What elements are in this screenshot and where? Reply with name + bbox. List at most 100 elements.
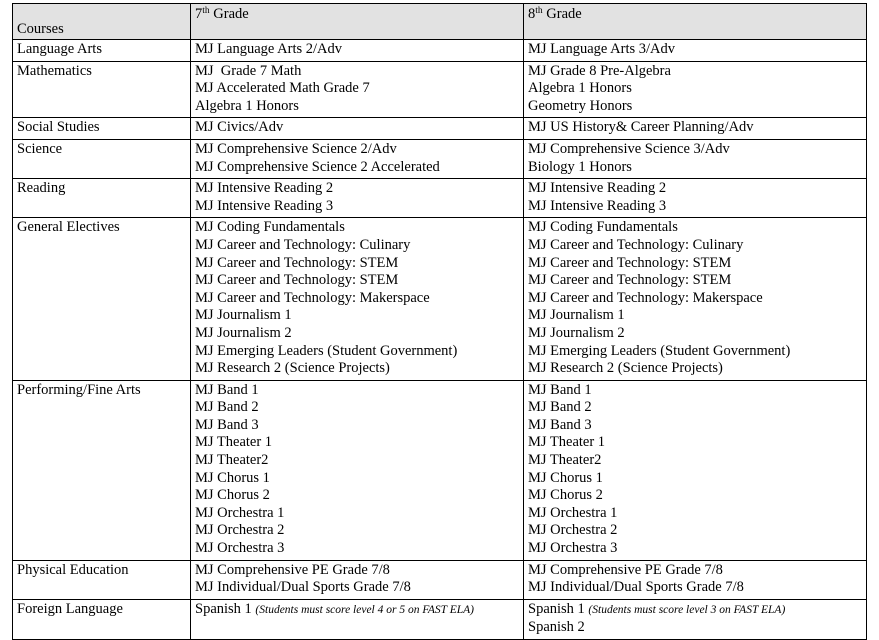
course-line: MJ Comprehensive PE Grade 7/8 — [528, 562, 866, 580]
course-table-container: Courses 7th Grade 8th Grade Language Art… — [0, 0, 879, 640]
course-line: MJ Grade 7 Math — [195, 63, 523, 81]
subject-label: Science — [17, 140, 63, 157]
course-name: MJ Orchestra 2 — [195, 522, 285, 539]
grade8-courses-cell: Spanish 1 (Students must score level 3 o… — [523, 598, 867, 640]
course-line: MJ Comprehensive Science 2/Adv — [195, 141, 523, 159]
grade7-courses-cell: MJ Band 1 MJ Band 2 MJ Band 3 MJ Theater 1M… — [190, 379, 524, 561]
course-name: Algebra 1 Honors — [528, 80, 632, 97]
course-name: MJ Journalism 1 — [195, 307, 292, 324]
course-line: MJ Comprehensive Science 3/Adv — [528, 141, 866, 159]
course-line: Geometry Honors — [528, 98, 866, 116]
course-name: MJ Theater 1 — [528, 434, 606, 451]
course-name: MJ Band 1 — [195, 381, 259, 398]
course-line: MJ Civics/Adv — [195, 119, 523, 137]
table-row: General Electives MJ Coding Fundamentals M… — [12, 217, 867, 381]
course-line: MJ Chorus 2 — [195, 487, 523, 505]
course-offerings-table: Courses 7th Grade 8th Grade Language Art… — [12, 3, 867, 640]
course-name: MJ US History& Career Planning/Adv — [528, 119, 754, 136]
course-name: MJ Career and Technology: STEM — [195, 272, 399, 289]
header-label-grade8: 8th Grade — [528, 6, 582, 23]
course-name: Spanish 1 — [528, 600, 589, 617]
course-name: MJ Coding Fundamentals — [528, 219, 678, 236]
course-line: MJ Career and Technology: STEM — [195, 272, 523, 290]
subject-label: Foreign Language — [17, 600, 123, 617]
course-name: MJ Emerging Leaders (Student Government) — [528, 342, 791, 359]
course-name: MJ Band 3 — [528, 416, 592, 433]
course-name: MJ Career and Technology: Makerspace — [528, 289, 763, 306]
course-name: MJ Intensive Reading 2 — [195, 180, 334, 197]
course-name: MJ Orchestra 1 — [195, 504, 285, 521]
subject-cell: Language Arts — [12, 39, 191, 62]
course-name: MJ Chorus 2 — [528, 487, 603, 504]
header-grade8-ordinal: th — [535, 6, 543, 16]
course-name: MJ Comprehensive PE Grade 7/8 — [195, 561, 390, 578]
course-name: MJ Civics/Adv — [195, 119, 284, 136]
grade8-courses-cell: MJ Coding Fundamentals MJ Career and Tech… — [523, 217, 867, 381]
course-name: Geometry Honors — [528, 97, 633, 114]
course-name: MJ Individual/Dual Sports Grade 7/8 — [195, 579, 411, 596]
course-line: MJ Research 2 (Science Projects) — [195, 360, 523, 378]
subject-label: Reading — [17, 180, 66, 197]
course-line: MJ Comprehensive Science 2 Accelerated — [195, 159, 523, 177]
header-cell-courses: Courses — [12, 3, 191, 40]
course-line: MJ Journalism 1 — [528, 307, 866, 325]
course-name: MJ Career and Technology: Makerspace — [195, 289, 430, 306]
course-line: Spanish 1 (Students must score level 4 o… — [195, 601, 523, 620]
course-line: MJ Intensive Reading 3 — [195, 198, 523, 216]
course-name: MJ Grade 8 Pre-Algebra — [528, 62, 671, 79]
course-line: MJ Emerging Leaders (Student Government) — [195, 343, 523, 361]
course-name: MJ Accelerated Math Grade 7 — [195, 80, 370, 97]
course-line: MJ Chorus 2 — [528, 487, 866, 505]
course-line: MJ Band 3 — [528, 417, 866, 435]
course-line: MJ Language Arts 3/Adv — [528, 41, 866, 59]
course-name: MJ Career and Technology: STEM — [195, 254, 399, 271]
header-label-grade7: 7th Grade — [195, 6, 249, 23]
course-line: MJ Emerging Leaders (Student Government) — [528, 343, 866, 361]
course-line: Algebra 1 Honors — [528, 80, 866, 98]
course-line: MJ Band 2 — [195, 399, 523, 417]
subject-label: General Electives — [17, 219, 120, 236]
subject-cell: Performing/Fine Arts — [12, 379, 191, 561]
course-line: MJ Research 2 (Science Projects) — [528, 360, 866, 378]
grade7-courses-cell: MJ Language Arts 2/Adv — [190, 39, 524, 62]
subject-cell: Reading — [12, 178, 191, 219]
course-name: MJ Comprehensive Science 2/Adv — [195, 140, 397, 157]
course-line: MJ Career and Technology: Makerspace — [528, 290, 866, 308]
table-row: Language Arts MJ Language Arts 2/Adv MJ La… — [12, 39, 867, 62]
header-grade7-word: Grade — [209, 6, 249, 22]
course-line: MJ Accelerated Math Grade 7 — [195, 80, 523, 98]
course-name: MJ Comprehensive Science 3/Adv — [528, 140, 730, 157]
grade8-courses-cell: MJ Language Arts 3/Adv — [523, 39, 867, 62]
course-name: Spanish 1 — [195, 600, 256, 617]
course-name: MJ Comprehensive Science 2 Accelerated — [195, 158, 440, 175]
course-line: MJ Intensive Reading 2 — [195, 180, 523, 198]
table-row: Physical Education MJ Comprehensive PE Gr… — [12, 559, 867, 600]
course-name: Algebra 1 Honors — [195, 97, 299, 114]
course-line: MJ Language Arts 2/Adv — [195, 41, 523, 59]
course-line: MJ Orchestra 1 — [195, 505, 523, 523]
course-line: MJ Chorus 1 — [528, 470, 866, 488]
subject-label: Language Arts — [17, 41, 102, 57]
course-name: MJ Grade 7 Math — [195, 62, 302, 79]
grade7-courses-cell: MJ Civics/Adv — [190, 117, 524, 140]
course-line: MJ Band 3 — [195, 417, 523, 435]
header-grade7-ordinal: th — [202, 6, 210, 16]
course-name: MJ Journalism 2 — [528, 324, 625, 341]
course-line: MJ Band 2 — [528, 399, 866, 417]
course-line: MJ Individual/Dual Sports Grade 7/8 — [195, 579, 523, 597]
grade7-courses-cell: Spanish 1 (Students must score level 4 o… — [190, 598, 524, 640]
course-line: MJ Grade 8 Pre-Algebra — [528, 63, 866, 81]
course-name: MJ Band 1 — [528, 381, 592, 398]
grade8-courses-cell: MJ Intensive Reading 2 MJ Intensive Readi… — [523, 178, 867, 219]
course-name: MJ Orchestra 3 — [195, 540, 285, 557]
course-line: MJ Career and Technology: STEM — [528, 272, 866, 290]
course-name: MJ Orchestra 1 — [528, 504, 618, 521]
course-line: MJ Journalism 2 — [195, 325, 523, 343]
course-name: Spanish 2 — [528, 619, 585, 636]
course-line: MJ Orchestra 2 — [195, 522, 523, 540]
subject-cell: Physical Education — [12, 559, 191, 600]
course-line: MJ Band 1 — [195, 382, 523, 400]
course-name: MJ Band 2 — [528, 399, 592, 416]
course-name: MJ Chorus 1 — [195, 469, 270, 486]
course-line: MJ Theater 1 — [528, 434, 866, 452]
